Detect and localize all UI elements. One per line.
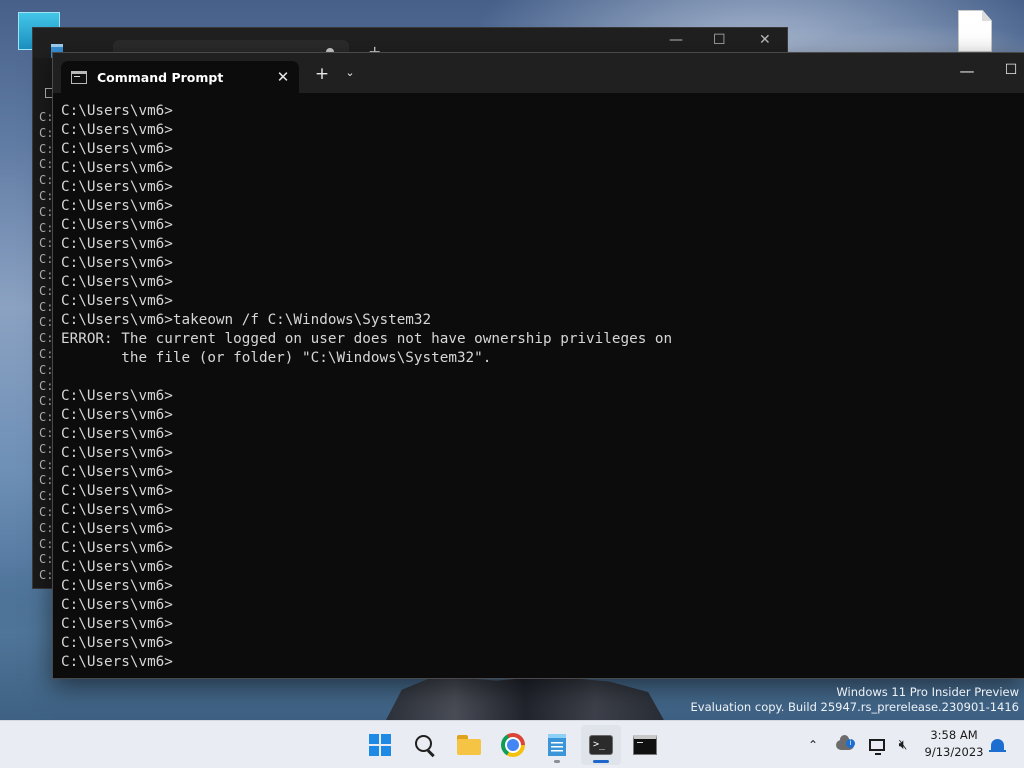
terminal-line: C:\Users\vm6>: [61, 407, 173, 423]
terminal-line: C:\Users\vm6>: [61, 236, 173, 252]
onedrive-button[interactable]: i: [833, 733, 857, 757]
terminal-line: C:\Users\vm6>: [61, 635, 173, 651]
volume-muted-icon: 🔇︎: [898, 737, 908, 753]
watermark-build: Evaluation copy. Build 25947.rs_prerelea…: [690, 700, 1019, 714]
background-minimize-button[interactable]: —: [669, 32, 683, 48]
taskbar: >_ ⌃ i 🔇︎ 3:58 AM 9/13/2023: [0, 720, 1024, 768]
clock-time: 3:58 AM: [930, 728, 978, 742]
start-button[interactable]: [360, 725, 400, 765]
chrome-icon: [501, 733, 525, 757]
terminal-line: C:\Users\vm6>: [61, 103, 173, 119]
terminal-icon: >_: [589, 735, 613, 755]
terminal-line: C:\Users\vm6>: [61, 578, 173, 594]
terminal-line: C:\Users\vm6>: [61, 597, 173, 613]
notification-bell-icon: [988, 739, 1006, 752]
windows-watermark: Windows 11 Pro Insider Preview Evaluatio…: [691, 685, 1019, 715]
terminal-line: C:\Users\vm6>: [61, 654, 173, 670]
chrome-button[interactable]: [493, 725, 533, 765]
terminal-line: C:\Users\vm6>: [61, 521, 173, 537]
volume-button[interactable]: 🔇︎: [892, 733, 914, 757]
notepad-button[interactable]: [537, 725, 577, 765]
terminal-line: C:\Users\vm6>: [61, 540, 173, 556]
terminal-line: C:\Users\vm6>: [61, 616, 173, 632]
search-button[interactable]: [405, 725, 445, 765]
notepad-icon: [548, 734, 566, 756]
terminal-line: C:\Users\vm6>: [61, 445, 173, 461]
terminal-line: C:\Users\vm6>: [61, 198, 173, 214]
terminal-line: C:\Users\vm6>: [61, 122, 173, 138]
clock-date: 9/13/2023: [924, 745, 984, 759]
cmd-icon: [633, 735, 657, 755]
terminal-line: C:\Users\vm6>takeown /f C:\Windows\Syste…: [61, 312, 432, 328]
tab-close-button[interactable]: ✕: [269, 68, 297, 86]
terminal-line: C:\Users\vm6>: [61, 388, 173, 404]
terminal-line: C:\Users\vm6>: [61, 559, 173, 575]
terminal-output[interactable]: C:\Users\vm6> C:\Users\vm6> C:\Users\vm6> C…: [61, 102, 1024, 678]
terminal-line: ERROR: The current logged on user does n…: [61, 331, 673, 347]
terminal-line: C:\Users\vm6>: [61, 141, 173, 157]
tab-dropdown-button[interactable]: ⌄: [341, 66, 359, 79]
terminal-titlebar[interactable]: Command Prompt ✕ + ⌄ — ☐: [53, 53, 1024, 93]
terminal-line: C:\Users\vm6>: [61, 255, 173, 271]
tab-command-prompt[interactable]: Command Prompt ✕: [61, 61, 299, 93]
new-tab-button[interactable]: +: [311, 64, 333, 84]
terminal-button[interactable]: >_: [581, 725, 621, 765]
terminal-line: C:\Users\vm6>: [61, 502, 173, 518]
terminal-line: C:\Users\vm6>: [61, 464, 173, 480]
clock[interactable]: 3:58 AM 9/13/2023: [918, 727, 990, 761]
minimize-button[interactable]: —: [957, 62, 977, 80]
terminal-line: C:\Users\vm6>: [61, 426, 173, 442]
tab-title: Command Prompt: [97, 69, 224, 85]
watermark-edition: Windows 11 Pro Insider Preview: [836, 685, 1019, 699]
command-prompt-button[interactable]: [625, 725, 665, 765]
show-hidden-icons-button[interactable]: ⌃: [803, 733, 823, 757]
search-icon: [414, 734, 436, 756]
file-explorer-button[interactable]: [449, 725, 489, 765]
background-close-button[interactable]: ✕: [759, 32, 771, 48]
terminal-line: C:\Users\vm6>: [61, 274, 173, 290]
terminal-window[interactable]: Command Prompt ✕ + ⌄ — ☐ C:\Users\vm6> C:…: [52, 52, 1024, 679]
network-icon: [869, 739, 885, 755]
background-maximize-button[interactable]: ☐: [713, 32, 726, 48]
maximize-button[interactable]: ☐: [1001, 62, 1021, 78]
terminal-line: C:\Users\vm6>: [61, 160, 173, 176]
windows-logo-icon: [369, 734, 391, 756]
terminal-line: C:\Users\vm6>: [61, 179, 173, 195]
folder-icon: [457, 735, 481, 755]
onedrive-info-badge-icon: i: [846, 739, 855, 748]
terminal-line: C:\Users\vm6>: [61, 293, 173, 309]
running-indicator: [554, 760, 560, 763]
active-indicator: [593, 760, 609, 763]
terminal-line: C:\Users\vm6>: [61, 217, 173, 233]
cmd-icon: [71, 70, 87, 84]
network-button[interactable]: [866, 733, 888, 757]
terminal-line: the file (or folder) "C:\Windows\System3…: [61, 350, 492, 366]
background-window-text: C: C: C: C: C: C: C: C: C: C: C: C: C: C…: [39, 110, 53, 583]
notifications-button[interactable]: [986, 733, 1008, 757]
terminal-line: C:\Users\vm6>: [61, 483, 173, 499]
